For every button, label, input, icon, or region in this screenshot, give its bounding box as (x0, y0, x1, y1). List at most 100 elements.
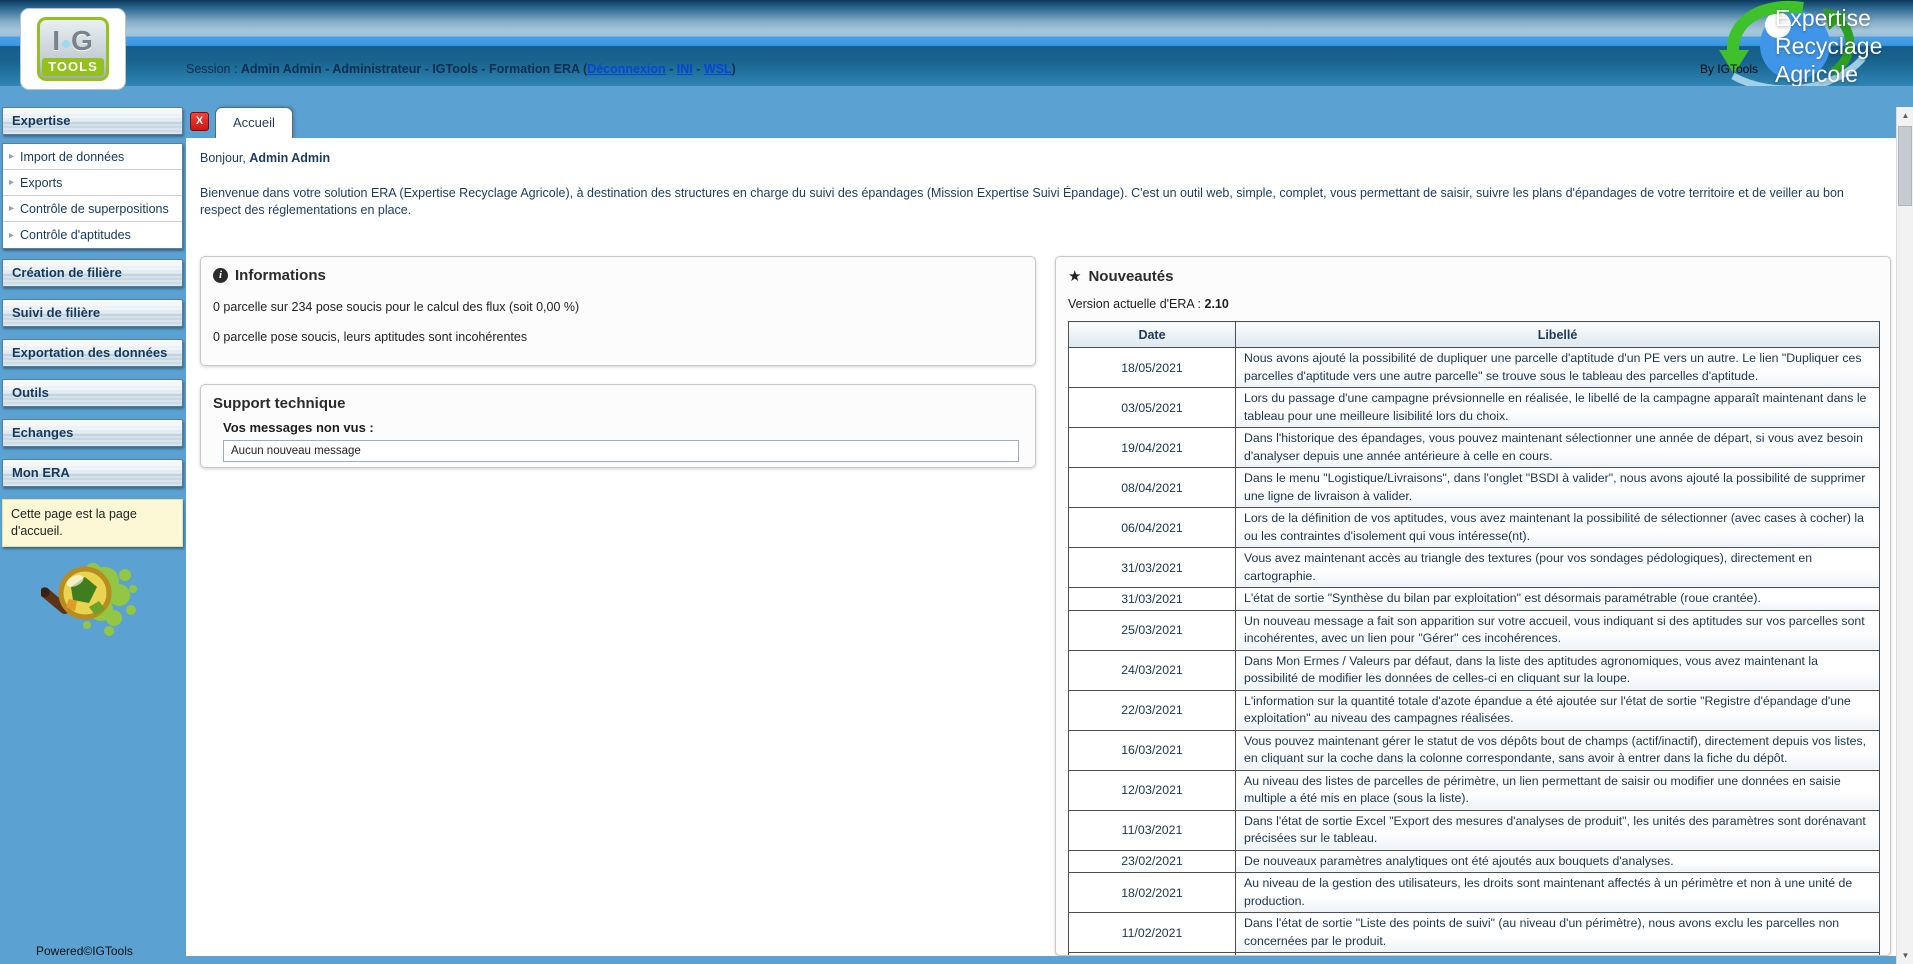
news-row: 23/02/2021De nouveaux paramètres analyti… (1069, 850, 1880, 873)
news-label: Nous avons ajouté la possibilité de dupl… (1236, 348, 1880, 388)
expand-icon: ▸ (9, 177, 14, 188)
expand-icon: ▸ (9, 203, 14, 214)
version-label: Version actuelle d'ERA : (1068, 297, 1205, 311)
era-title-line: Agricole (1775, 60, 1882, 88)
version-line: Version actuelle d'ERA : 2.10 (1068, 297, 1878, 311)
home-page-note: Cette page est la page d'accueil. (2, 499, 183, 547)
news-row: 25/03/2021Un nouveau message a fait son … (1069, 610, 1880, 650)
news-table: Date Libellé 18/05/2021Nous avons ajouté… (1068, 321, 1880, 956)
page-content: Bonjour, Admin Admin Bienvenue dans votr… (186, 138, 1896, 956)
main-area: X Accueil Bonjour, Admin Admin Bienvenue… (186, 86, 1896, 964)
powered-footer: Powered©IGTools (36, 944, 133, 958)
logo-letter-g: G (71, 25, 94, 56)
news-label: Vous pouvez maintenant gérer le statut d… (1236, 730, 1880, 770)
sidebar-menu: Expertise▸Import de données▸Exports▸Cont… (0, 107, 186, 487)
vertical-scrollbar[interactable]: ▲ ▼ (1896, 107, 1913, 964)
news-row: 18/05/2021Nous avons ajouté la possibili… (1069, 348, 1880, 388)
news-col-libelle: Libellé (1236, 322, 1880, 348)
news-row: 10/02/2021Dans la liste des parcelles de… (1069, 953, 1880, 957)
sidebar-item[interactable]: ▸ Import de données (3, 144, 182, 170)
sidebar-section-header[interactable]: Création de filière (2, 259, 183, 287)
news-date: 06/04/2021 (1069, 508, 1236, 548)
tab-accueil[interactable]: Accueil (215, 107, 293, 138)
sidebar-item[interactable]: ▸ Contrôle de superpositions (3, 196, 182, 222)
version-value: 2.10 (1205, 297, 1229, 311)
sidebar-item-label: Contrôle d'aptitudes (20, 228, 131, 242)
news-date: 12/03/2021 (1069, 770, 1236, 810)
greeting-label: Bonjour, (200, 151, 249, 165)
ini-link[interactable]: INI (677, 62, 693, 76)
news-label: Dans le menu "Logistique/Livraisons", da… (1236, 468, 1880, 508)
news-label: Au niveau de la gestion des utilisateurs… (1236, 873, 1880, 913)
news-date: 25/03/2021 (1069, 610, 1236, 650)
news-row: 08/04/2021Dans le menu "Logistique/Livra… (1069, 468, 1880, 508)
logout-link[interactable]: Déconnexion (587, 62, 666, 76)
sidebar-section-header[interactable]: Exportation des données (2, 339, 183, 367)
logo-dot-icon (62, 40, 70, 48)
news-header-row: Date Libellé (1069, 322, 1880, 348)
news-date: 24/03/2021 (1069, 650, 1236, 690)
sidebar-section-header[interactable]: Mon ERA (2, 459, 183, 487)
news-row: 11/02/2021Dans l'état de sortie "Liste d… (1069, 913, 1880, 953)
sidebar-item[interactable]: ▸Contrôle d'aptitudes (3, 222, 182, 248)
sidebar-section-header[interactable]: Suivi de filière (2, 299, 183, 327)
news-date: 31/03/2021 (1069, 588, 1236, 611)
news-label: Au niveau des listes de parcelles de pér… (1236, 770, 1880, 810)
news-label: Dans la liste des parcelles de périmètre… (1236, 953, 1880, 957)
scroll-down-button[interactable]: ▼ (1897, 947, 1913, 964)
news-row: 22/03/2021L'information sur la quantité … (1069, 690, 1880, 730)
news-label: Lors du passage d'une campagne prévsionn… (1236, 388, 1880, 428)
welcome-text: Bienvenue dans votre solution ERA (Exper… (200, 185, 1882, 219)
news-row: 11/03/2021Dans l'état de sortie Excel "E… (1069, 810, 1880, 850)
igtools-letters: IG (40, 26, 106, 56)
sidebar-item[interactable]: ▸ Exports (3, 170, 182, 196)
greeting: Bonjour, Admin Admin (186, 138, 1896, 165)
app-header: IG TOOLS Session : Admin Admin - Adminis… (0, 0, 1913, 86)
news-row: 19/04/2021Dans l'historique des épandage… (1069, 428, 1880, 468)
info-panel: i Informations 0 parcelle sur 234 pose s… (200, 256, 1036, 366)
news-label: De nouveaux paramètres analytiques ont é… (1236, 850, 1880, 873)
news-row: 03/05/2021Lors du passage d'une campagne… (1069, 388, 1880, 428)
news-label: L'état de sortie "Synthèse du bilan par … (1236, 588, 1880, 611)
tab-strip: X Accueil (186, 86, 1896, 138)
sidebar-item-label: Import de données (20, 150, 124, 164)
news-date: 23/02/2021 (1069, 850, 1236, 873)
era-logo: Expertise Recyclage Agricole (1703, 0, 1903, 100)
wsl-link[interactable]: WSL (704, 62, 732, 76)
session-bar: Session : Admin Admin - Administrateur -… (186, 62, 736, 76)
news-date: 18/02/2021 (1069, 873, 1236, 913)
sidebar-item-label: Exports (20, 176, 62, 190)
sidebar-section-header[interactable]: Echanges (2, 419, 183, 447)
session-label: Session : (186, 62, 241, 76)
sidebar-section-header[interactable]: Expertise (2, 107, 183, 135)
link-separator: - (666, 62, 677, 76)
support-panel-title: Support technique (213, 395, 1023, 412)
scrollbar-thumb[interactable] (1898, 126, 1912, 206)
expand-icon: ▸ (9, 151, 14, 162)
messages-box: Aucun nouveau message (223, 440, 1019, 462)
news-row: 16/03/2021Vous pouvez maintenant gérer l… (1069, 730, 1880, 770)
news-title-label: Nouveautés (1088, 268, 1173, 285)
news-label: Dans l'état de sortie "Liste des points … (1236, 913, 1880, 953)
igtools-logo: IG TOOLS (20, 8, 126, 90)
news-row: 31/03/2021L'état de sortie "Synthèse du … (1069, 588, 1880, 611)
news-date: 08/04/2021 (1069, 468, 1236, 508)
news-date: 22/03/2021 (1069, 690, 1236, 730)
close-tab-button[interactable]: X (190, 112, 209, 131)
era-title: Expertise Recyclage Agricole (1775, 4, 1882, 88)
news-date: 03/05/2021 (1069, 388, 1236, 428)
session-suffix: ) (732, 62, 736, 76)
news-date: 31/03/2021 (1069, 548, 1236, 588)
sidebar-section-header[interactable]: Outils (2, 379, 183, 407)
news-panel: ★ Nouveautés Version actuelle d'ERA : 2.… (1055, 256, 1891, 956)
scroll-up-button[interactable]: ▲ (1897, 107, 1913, 124)
news-label: Dans Mon Ermes / Valeurs par défaut, dan… (1236, 650, 1880, 690)
news-table-body: 18/05/2021Nous avons ajouté la possibili… (1069, 348, 1880, 957)
news-row: 31/03/2021Vous avez maintenant accès au … (1069, 548, 1880, 588)
sidebar-items-group: ▸ Import de données ▸ Exports ▸ Contrôle de s… (2, 143, 183, 249)
igtools-badge: IG TOOLS (37, 17, 109, 81)
info-line-flux: 0 parcelle sur 234 pose soucis pour le c… (213, 300, 1023, 314)
session-context: Admin Admin - Administrateur - IGTools -… (241, 62, 587, 76)
sidebar-item-label: Contrôle de superpositions (20, 202, 169, 216)
info-panel-title: i Informations (213, 267, 1023, 284)
